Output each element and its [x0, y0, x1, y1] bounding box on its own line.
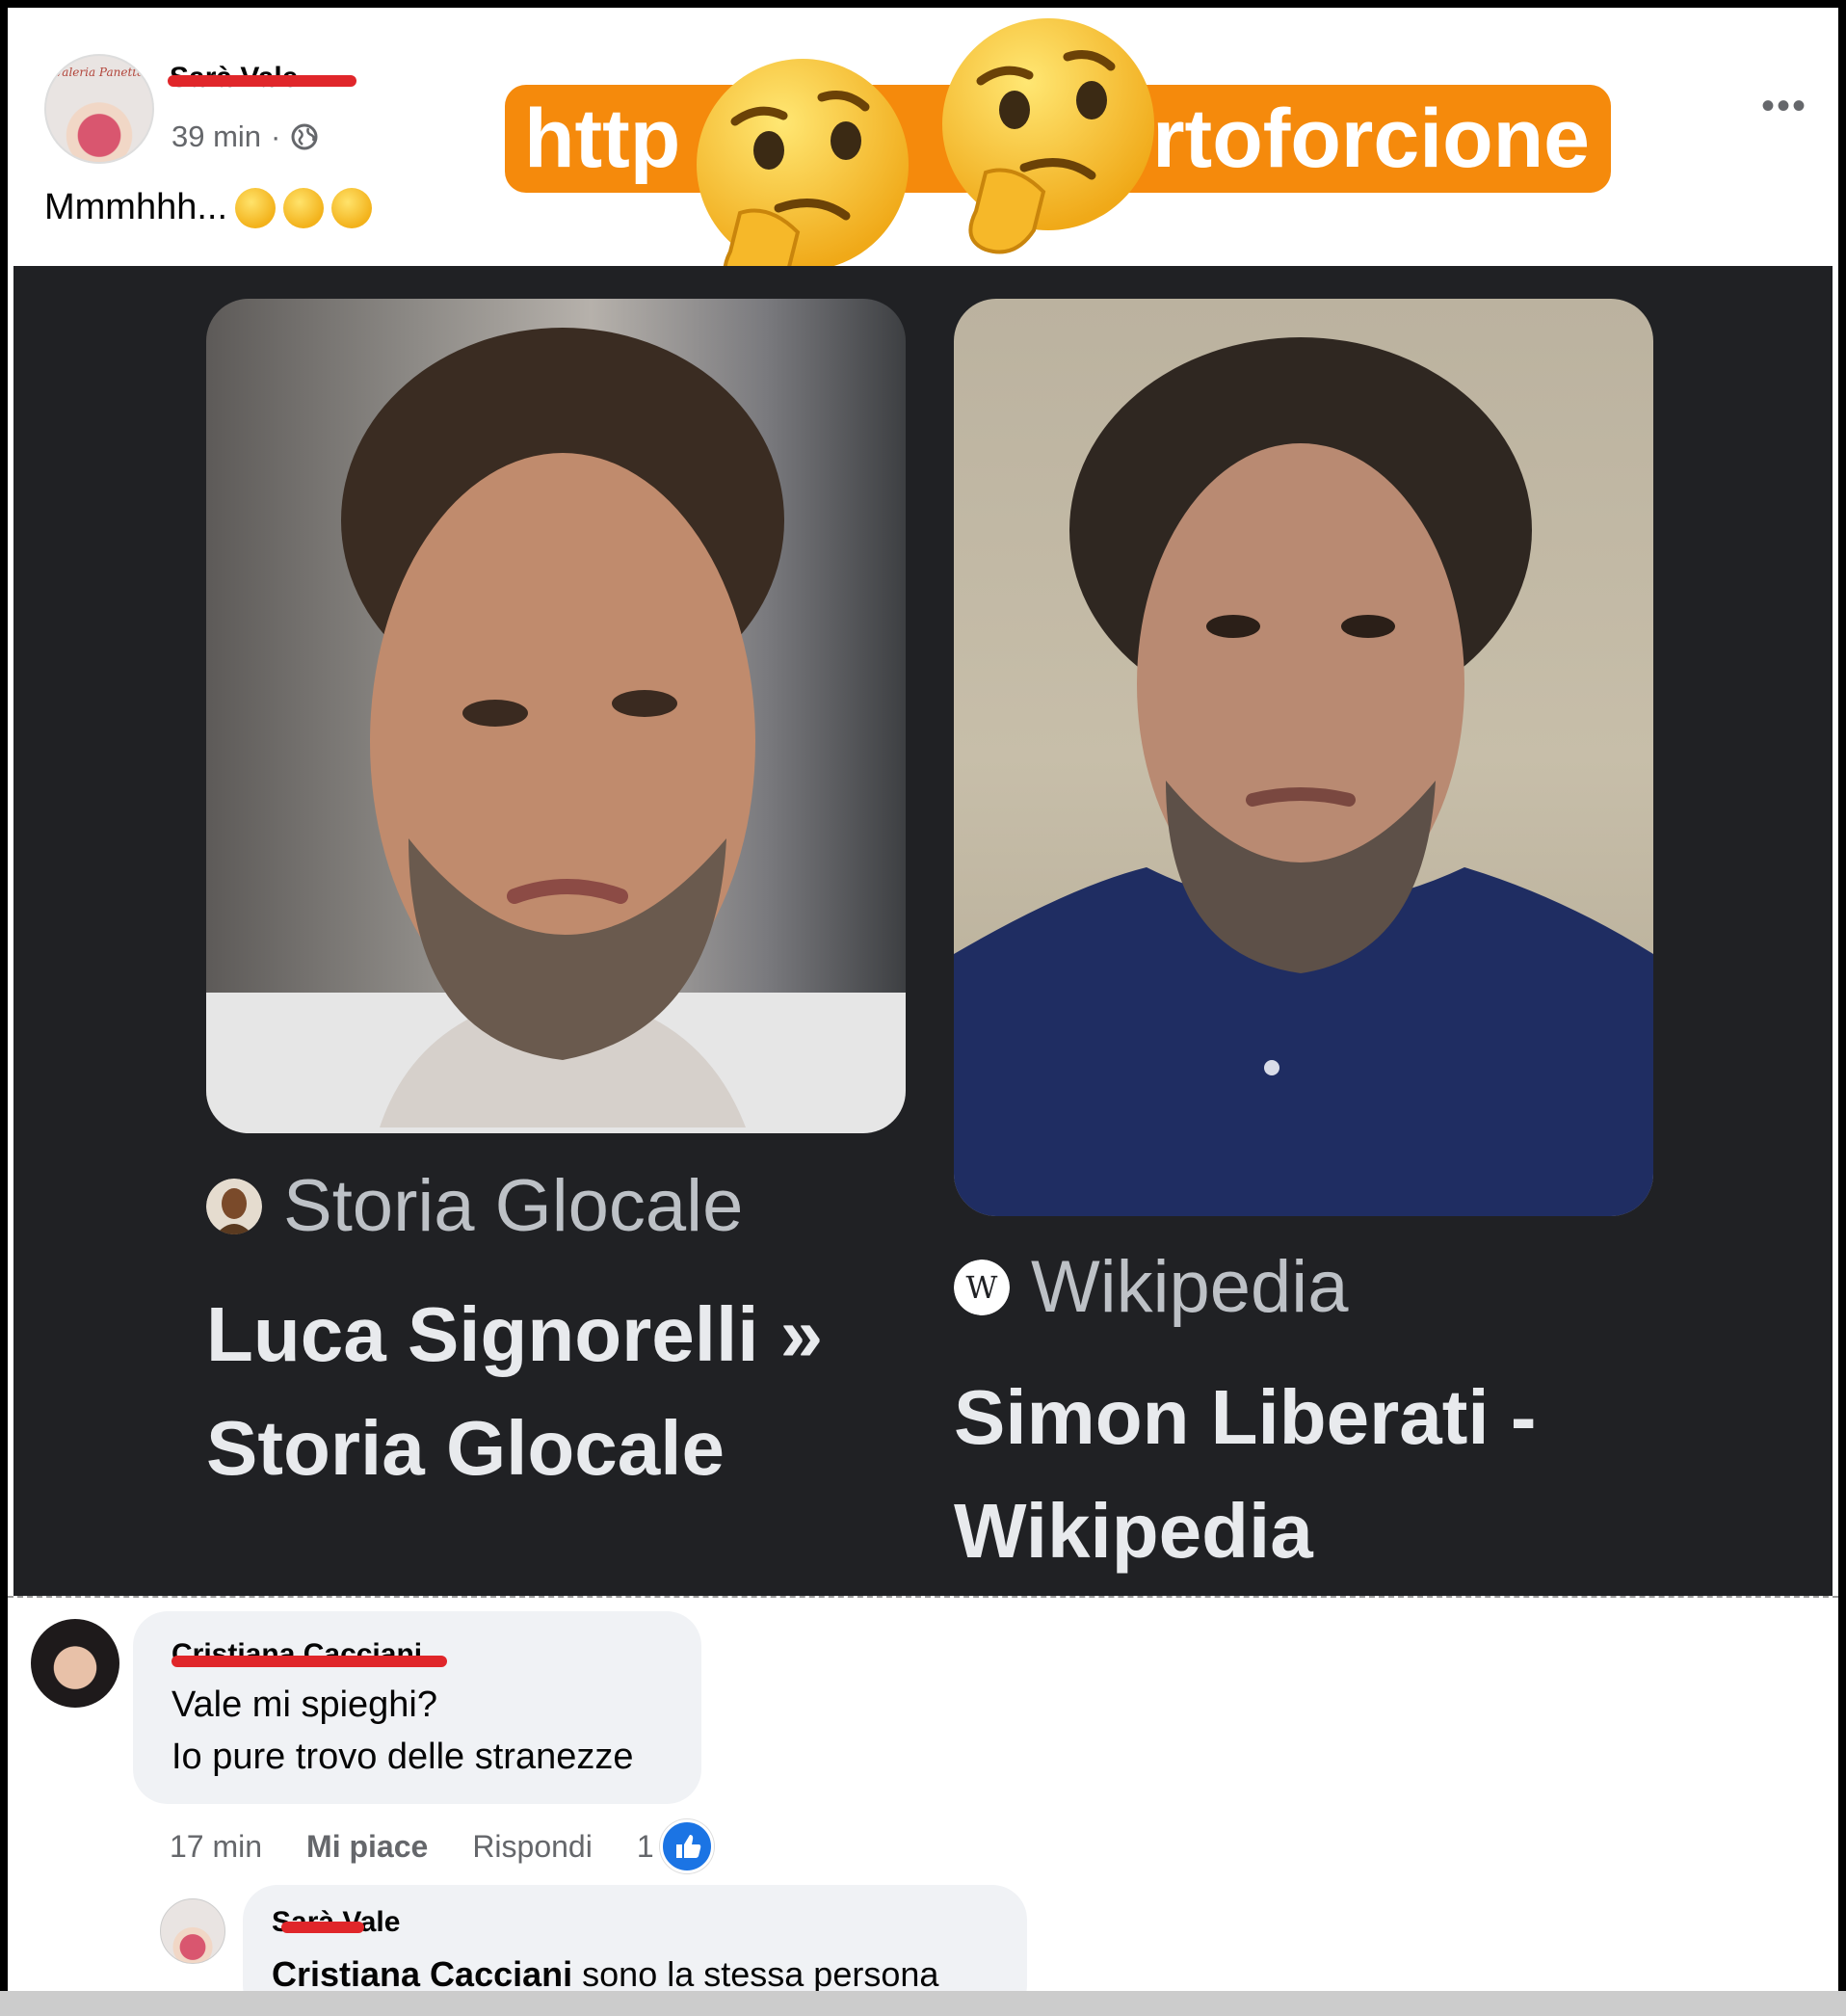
reply-text: Cristiana Cacciani sono la stessa person… — [272, 1949, 938, 1997]
reply-bubble: Sarà Vale Cristiana Cacciani sono la ste… — [243, 1885, 1027, 1997]
result-source-2[interactable]: W Wikipedia — [954, 1245, 1348, 1329]
comment-text: Vale mi spieghi? Io pure trovo delle str… — [171, 1679, 634, 1783]
comment-time[interactable]: 17 min — [170, 1829, 262, 1865]
post-text-content: Mmmhhh... — [44, 187, 228, 227]
man-portrait-image — [954, 337, 1653, 1216]
author-redaction-mark — [171, 1656, 447, 1667]
commenter-avatar[interactable] — [31, 1619, 119, 1708]
man-portrait-image — [206, 328, 906, 1133]
author-avatar[interactable]: Valeria Panetta — [44, 54, 154, 164]
result-title-line: Storia Glocale — [206, 1405, 725, 1491]
comment-actions: 17 min Mi piace Rispondi 1 — [170, 1819, 714, 1873]
globe-icon — [291, 123, 318, 150]
result-source-1[interactable]: Storia Glocale — [206, 1164, 743, 1248]
author-redaction-mark — [281, 1922, 364, 1933]
url-banner-left-text: http — [524, 93, 681, 185]
result-title-line: Wikipedia — [954, 1488, 1313, 1574]
image-search-results: Storia Glocale Luca Signorelli » Storia … — [13, 266, 1833, 1596]
bottom-bar — [0, 1991, 1846, 2016]
avatar-text: Valeria Panetta — [54, 66, 145, 79]
comment-bubble: Cristiana Cacciani Vale mi spieghi? Io p… — [133, 1611, 701, 1804]
comment-line: Vale mi spieghi? — [171, 1684, 438, 1725]
result-image-1[interactable] — [206, 299, 906, 1133]
comment-line: Io pure trovo delle stranezze — [171, 1737, 634, 1777]
result-title-1[interactable]: Luca Signorelli » Storia Glocale — [206, 1278, 823, 1505]
result-title-line: Simon Liberati - — [954, 1374, 1537, 1460]
source-favicon-icon — [206, 1178, 262, 1234]
svg-text:W: W — [966, 1269, 998, 1306]
reply-content: sono la stessa persona — [582, 1954, 939, 1994]
result-source-name: Wikipedia — [1031, 1246, 1349, 1328]
reply-mention[interactable]: Cristiana Cacciani — [272, 1954, 572, 1994]
result-title-line: Luca Signorelli » — [206, 1291, 824, 1377]
result-title-2[interactable]: Simon Liberati - Wikipedia — [954, 1361, 1537, 1588]
result-source-name: Storia Glocale — [283, 1165, 744, 1247]
author-redaction-mark — [168, 75, 356, 87]
reply-author-avatar[interactable] — [160, 1898, 225, 1964]
post-time[interactable]: 39 min — [171, 119, 261, 154]
reaction-count: 1 — [636, 1828, 654, 1864]
wikipedia-icon: W — [954, 1259, 1010, 1315]
url-banner-right-text: rtoforcione — [1152, 93, 1590, 185]
thinking-face-icon — [331, 187, 373, 228]
reaction-badge[interactable]: 1 — [637, 1819, 714, 1873]
like-comment-button[interactable]: Mi piace — [306, 1829, 428, 1865]
comments-section: Cristiana Cacciani Vale mi spieghi? Io p… — [8, 1596, 1838, 1997]
thinking-face-icon — [235, 187, 277, 228]
thinking-face-icon — [942, 18, 1154, 254]
thumbs-up-icon — [659, 1819, 714, 1873]
more-options-icon[interactable]: ••• — [1761, 87, 1807, 125]
reply-button[interactable]: Rispondi — [472, 1829, 593, 1865]
thinking-face-icon — [283, 187, 325, 228]
facebook-post-screenshot: Valeria Panetta Sarà Vale 39 min · Mmmhh… — [8, 8, 1838, 1997]
result-image-2[interactable] — [954, 299, 1653, 1216]
post-text: Mmmhhh... — [44, 187, 373, 228]
post-meta: 39 min · — [171, 119, 319, 154]
meta-separator: · — [271, 119, 281, 153]
